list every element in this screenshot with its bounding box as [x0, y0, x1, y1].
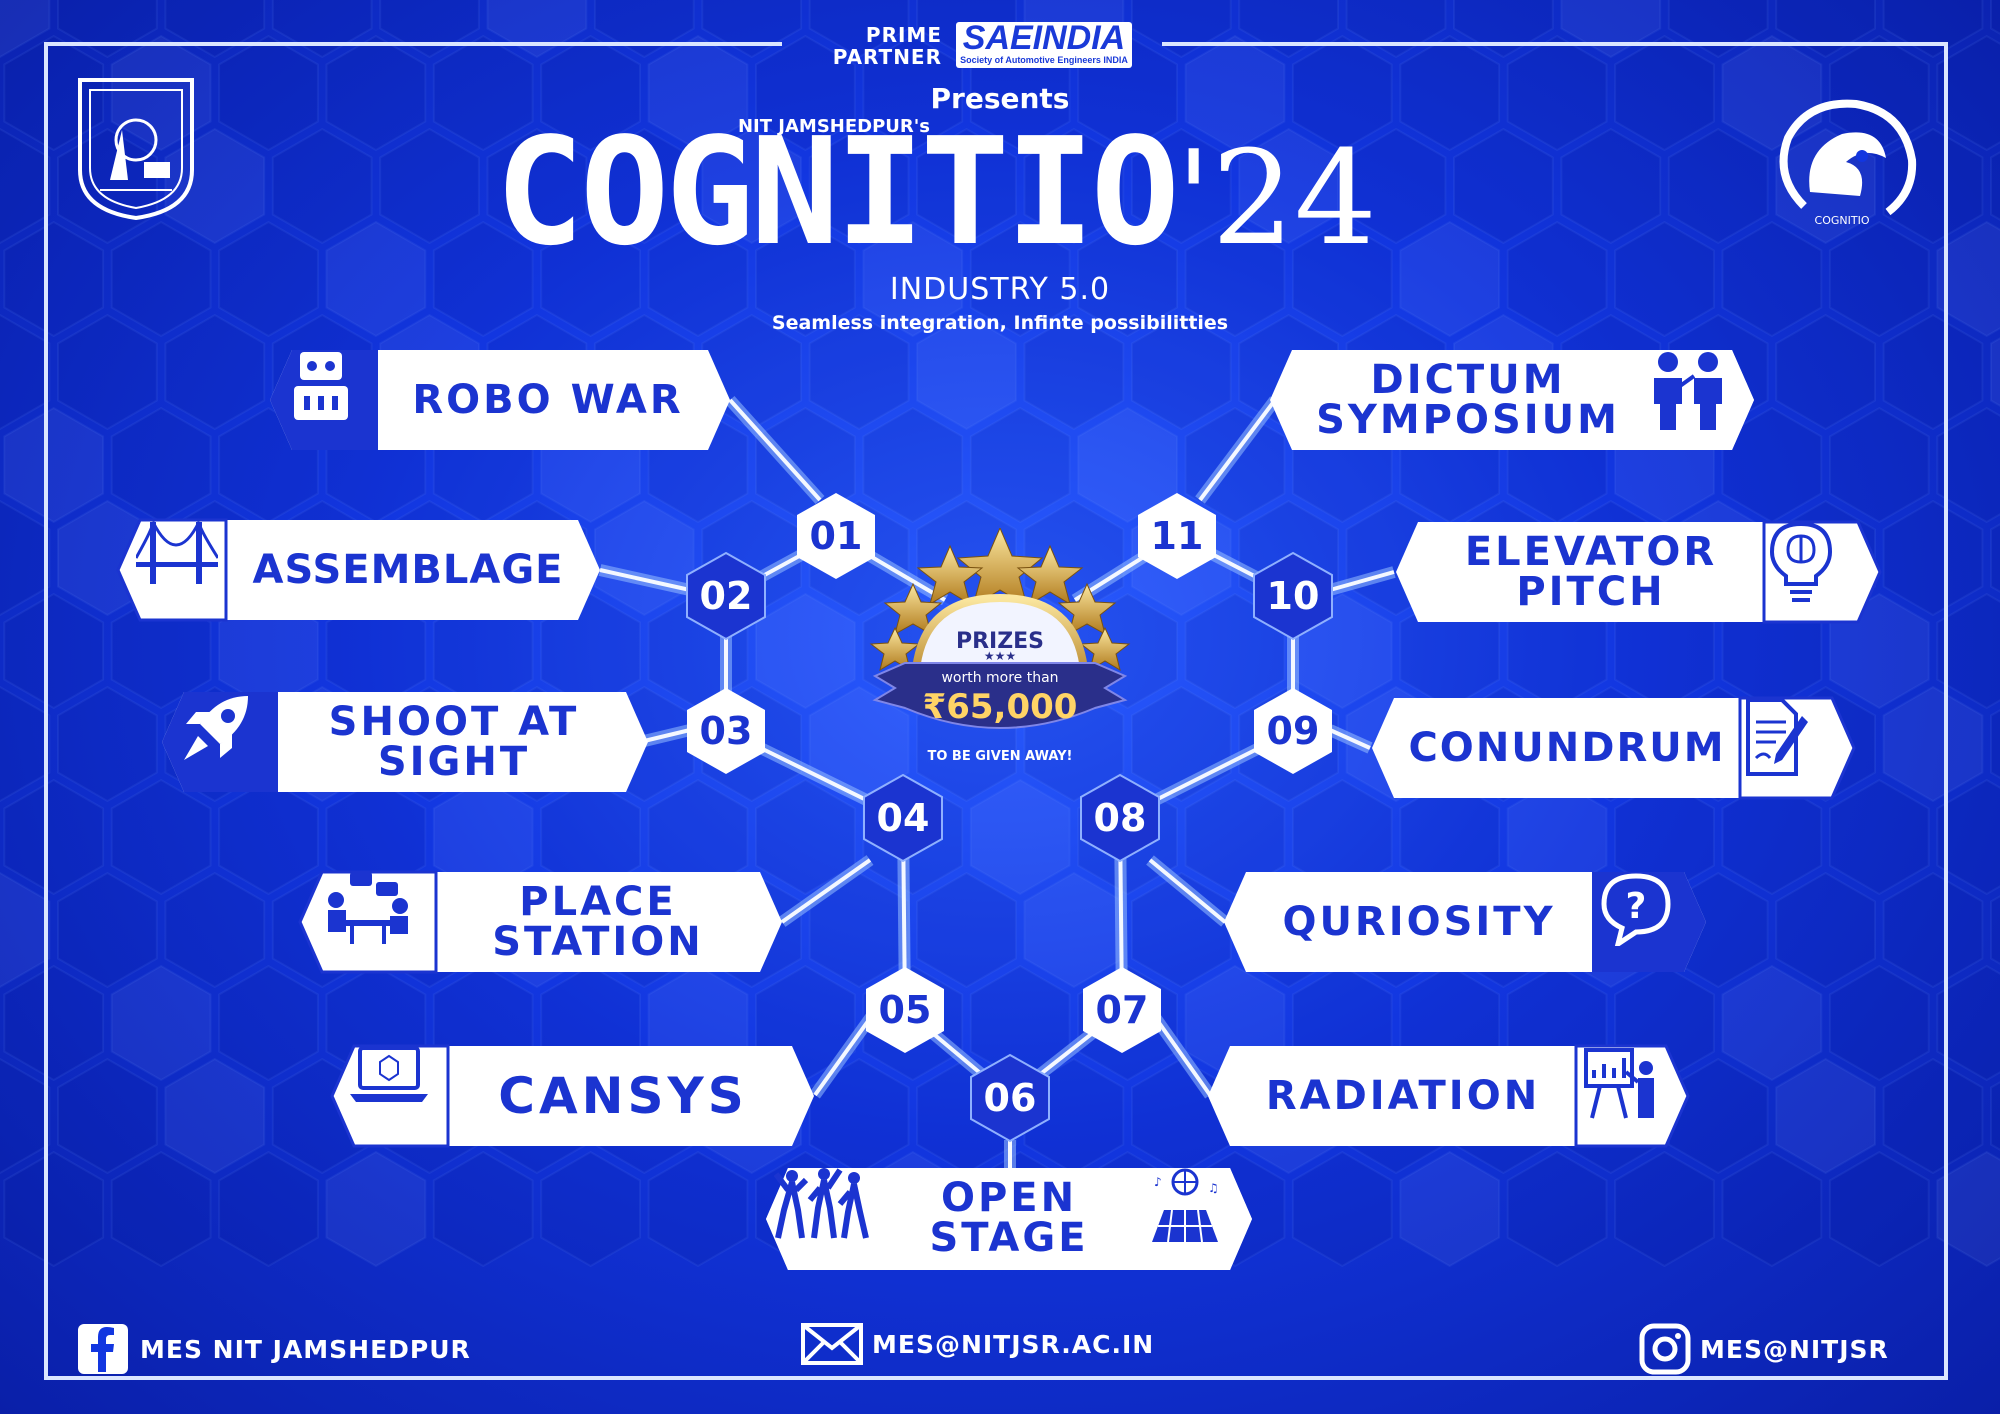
connector-line: [599, 568, 691, 592]
rocket-icon: [178, 690, 274, 794]
theme-text: INDUSTRY 5.0: [889, 272, 1111, 307]
event-name: SHOOT AT SIGHT: [328, 699, 580, 785]
svg-text:COGNITIO: COGNITIO: [1815, 214, 1870, 226]
event-name: PLACE STATION: [492, 879, 704, 965]
event-year: '24: [1175, 122, 1377, 274]
laptop-icon: [348, 1044, 448, 1148]
event-number-09: 09: [1252, 686, 1334, 776]
event-number-08: 08: [1079, 773, 1161, 863]
event-name: CONUNDRUM: [1408, 725, 1726, 771]
event-number-03: 03: [685, 686, 767, 776]
instagram-icon: [1639, 1323, 1691, 1375]
event-name: QURIOSITY: [1282, 899, 1556, 945]
disco-stage-icon: ♪ ♫: [1142, 1166, 1242, 1270]
event-banner-dictum-symposium[interactable]: DICTUM SYMPOSIUM: [1268, 348, 1756, 452]
connector-line: [1329, 570, 1395, 592]
document-pen-icon: [1742, 696, 1838, 800]
event-number-07: 07: [1081, 965, 1163, 1055]
svg-text:♫: ♫: [1208, 1181, 1219, 1195]
svg-text:?: ?: [1626, 886, 1647, 927]
event-name: ELEVATOR PITCH: [1464, 529, 1718, 615]
connector-line: [1198, 398, 1277, 502]
svg-text:₹65,000: ₹65,000: [923, 687, 1078, 727]
svg-text:worth more than: worth more than: [941, 670, 1058, 686]
svg-text:♪: ♪: [1154, 1175, 1162, 1189]
event-name: DICTUM SYMPOSIUM: [1316, 357, 1620, 443]
saeindia-logo: SAEINDIA Society of Automotive Engineers …: [956, 21, 1132, 68]
presentation-icon: [1582, 1044, 1678, 1148]
instagram-handle: MES@NITJSR: [1700, 1334, 1889, 1364]
bridge-icon: [136, 518, 232, 622]
event-title: COGNITIO'24: [495, 106, 1377, 278]
event-banner-conundrum[interactable]: CONUNDRUM: [1370, 696, 1856, 800]
event-name: ROBO WAR: [412, 377, 684, 423]
event-banner-place-station[interactable]: PLACE STATION: [298, 870, 784, 974]
facebook-icon: [78, 1324, 128, 1374]
event-banner-quriosity[interactable]: QURIOSITY ?: [1222, 870, 1708, 974]
event-banner-assemblage[interactable]: ASSEMBLAGE: [116, 518, 602, 622]
event-number-05: 05: [864, 965, 946, 1055]
email-contact[interactable]: MES@NITJSR.AC.IN: [800, 1322, 1154, 1366]
question-bubble-icon: ?: [1598, 870, 1694, 974]
connector-line: [728, 398, 822, 502]
lightbulb-icon: [1768, 520, 1864, 624]
event-number-02: 02: [685, 551, 767, 641]
event-number-11: 11: [1136, 491, 1218, 581]
event-number-04: 04: [862, 773, 944, 863]
event-name: CANSYS: [498, 1067, 748, 1125]
event-number-06: 06: [969, 1053, 1051, 1143]
event-banner-elevator-pitch[interactable]: ELEVATOR PITCH: [1394, 520, 1882, 624]
email-address: MES@NITJSR.AC.IN: [872, 1329, 1155, 1359]
prize-stars: ★★★: [984, 649, 1016, 663]
facebook-contact[interactable]: MES NIT JAMSHEDPUR: [76, 1322, 471, 1376]
nit-jamshedpur-logo: [78, 78, 194, 221]
tagline-text: Seamless integration, Infinte possibilit…: [771, 312, 1229, 334]
facebook-handle: MES NIT JAMSHEDPUR: [140, 1334, 471, 1364]
dancers-icon: [774, 1166, 878, 1270]
event-banner-radiation[interactable]: RADIATION: [1206, 1044, 1690, 1148]
event-name: ASSEMBLAGE: [252, 547, 564, 593]
event-number-01: 01: [795, 491, 877, 581]
event-name: OPEN STAGE: [929, 1175, 1089, 1261]
event-number-10: 10: [1252, 551, 1334, 641]
prime-partner-label: PRIME PARTNER: [832, 23, 942, 69]
event-name: RADIATION: [1265, 1073, 1541, 1119]
event-banner-open-stage[interactable]: OPEN STAGE ♪ ♫: [764, 1166, 1254, 1270]
cognitio-logo: COGNITIO: [1779, 99, 1917, 226]
connector-line: [1148, 858, 1227, 924]
event-banner-shoot-at-sight[interactable]: SHOOT AT SIGHT: [160, 690, 650, 794]
prize-badge: PRIZES ★★★ worth more than ₹65,000 TO BE…: [869, 528, 1131, 764]
mail-icon: [801, 1323, 863, 1365]
robot-icon: [290, 348, 370, 452]
event-banner-robo-war[interactable]: ROBO WAR: [268, 348, 732, 452]
instagram-contact[interactable]: MES@NITJSR: [1638, 1322, 1889, 1376]
debate-icon: [1644, 348, 1744, 452]
event-banner-cansys[interactable]: CANSYS: [330, 1044, 816, 1148]
interview-icon: [320, 870, 432, 974]
svg-text:TO BE GIVEN AWAY!: TO BE GIVEN AWAY!: [927, 749, 1072, 764]
connector-line: [780, 858, 872, 924]
